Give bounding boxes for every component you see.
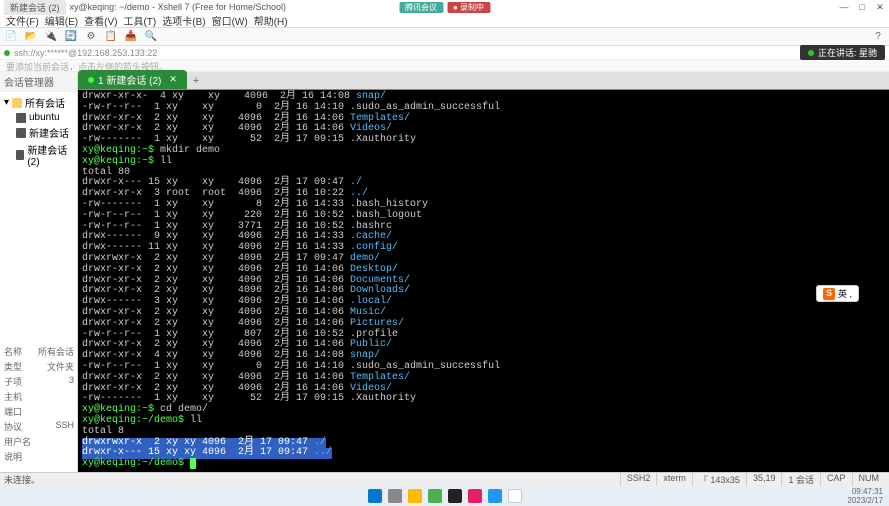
sogou-icon: S: [823, 288, 835, 300]
status-segment: 1 会话: [781, 473, 820, 486]
reconnect-icon[interactable]: 🔄: [64, 30, 78, 44]
connection-status: 未连接。: [4, 473, 40, 486]
menu-item[interactable]: 工具(T): [121, 13, 158, 28]
terminal-line: -rw-r--r-- 1 xy xy 0 2月 16 14:10 .sudo_a…: [82, 103, 885, 114]
new-tab-button[interactable]: +: [187, 73, 205, 89]
property-row: 协议SSH: [4, 419, 74, 434]
terminal-line: drwxr-x--- 15 xy xy 4096 2月 17 09:47 ../: [82, 448, 885, 459]
menu-item[interactable]: 编辑(E): [43, 13, 80, 28]
status-bar: 未连接。 SSH2xterm『 143x3535,191 会话 CAPNUM: [0, 472, 889, 486]
paste-icon[interactable]: 📥: [124, 30, 138, 44]
close-button[interactable]: ✕: [875, 2, 885, 13]
terminal-line: total 8: [82, 427, 885, 438]
property-row: 端口: [4, 404, 74, 419]
status-segment: xterm: [656, 473, 692, 486]
mic-icon: [808, 50, 814, 56]
property-row: 名称所有会话: [4, 344, 74, 359]
address-text[interactable]: ssh://xy:******@192.168.253.133:22: [14, 48, 157, 58]
maximize-button[interactable]: □: [857, 2, 867, 13]
explorer-icon[interactable]: [408, 489, 422, 503]
menubar: 文件(F)编辑(E)查看(V)工具(T)选项卡(B)窗口(W)帮助(H): [0, 14, 889, 28]
terminal-line: xy@keqing:~$ cd demo/: [82, 405, 885, 416]
find-icon[interactable]: 🔍: [144, 30, 158, 44]
session-icon: [16, 128, 26, 138]
terminal-line: xy@keqing:~$ ll: [82, 157, 885, 168]
terminal-line: xy@keqing:~/demo$ ll: [82, 416, 885, 427]
app-icon[interactable]: [428, 489, 442, 503]
open-icon[interactable]: 📂: [24, 30, 38, 44]
status-segment: 35,19: [746, 473, 782, 486]
terminal-output[interactable]: drwxr-xr-x- 4 xy xy 4096 2月 16 14:08 sna…: [78, 90, 889, 472]
start-icon[interactable]: [368, 489, 382, 503]
system-clock[interactable]: 09:47:312023/2/17: [847, 487, 883, 505]
voice-status: 正在讲话: 星驰: [800, 45, 885, 60]
new-session-icon[interactable]: 📄: [4, 30, 18, 44]
tree-session-item[interactable]: 新建会话 (2): [2, 141, 75, 169]
tree-root[interactable]: ▾所有会话: [2, 94, 75, 111]
terminal-line: xy@keqing:~/demo$: [82, 459, 885, 470]
menu-item[interactable]: 选项卡(B): [160, 13, 207, 28]
tree-session-item[interactable]: 新建会话: [2, 124, 75, 141]
copy-icon[interactable]: 📋: [104, 30, 118, 44]
status-segment: CAP: [820, 473, 852, 486]
app3-icon[interactable]: [488, 489, 502, 503]
windows-taskbar: 09:47:312023/2/17: [0, 486, 889, 506]
menu-item[interactable]: 窗口(W): [210, 13, 250, 28]
session-icon: [16, 150, 24, 160]
app4-icon[interactable]: [508, 489, 522, 503]
terminal-line: drwxr-xr-x 2 xy xy 4096 2月 16 14:06 Pict…: [82, 319, 885, 330]
tree-session-item[interactable]: ubuntu: [2, 111, 75, 124]
tab-status-icon: [88, 77, 94, 83]
tab-close-icon[interactable]: ✕: [169, 74, 177, 85]
help-icon[interactable]: ?: [871, 30, 885, 44]
minimize-button[interactable]: —: [839, 2, 849, 13]
status-segment: SSH2: [620, 473, 657, 486]
property-row: 类型文件夹: [4, 359, 74, 374]
disconnect-icon[interactable]: 🔌: [44, 30, 58, 44]
window-titlebar: 新建会话 (2) xy@keqing: ~/demo - Xshell 7 (F…: [0, 0, 889, 14]
search-icon[interactable]: [388, 489, 402, 503]
menu-item[interactable]: 文件(F): [4, 13, 41, 28]
property-row: 子项3: [4, 374, 74, 389]
menu-item[interactable]: 查看(V): [82, 13, 119, 28]
sidebar-title: 会话管理器: [0, 72, 77, 92]
status-segment: NUM: [852, 473, 886, 486]
window-title: xy@keqing: ~/demo - Xshell 7 (Free for H…: [70, 2, 286, 12]
menu-item[interactable]: 帮助(H): [252, 13, 290, 28]
ime-indicator[interactable]: S 英 ,: [816, 285, 859, 302]
terminal-icon[interactable]: [448, 489, 462, 503]
terminal-line: xy@keqing:~$ mkdir demo: [82, 146, 885, 157]
property-row: 用户名: [4, 434, 74, 449]
session-icon: [16, 113, 26, 123]
properties-icon[interactable]: ⚙: [84, 30, 98, 44]
terminal-line: drwxr-xr-x 2 xy xy 4096 2月 16 14:06 Temp…: [82, 373, 885, 384]
terminal-line: -rw-r--r-- 1 xy xy 220 2月 16 10:52 .bash…: [82, 211, 885, 222]
terminal-line: drwxr-xr-x 2 xy xy 4096 2月 16 14:06 Desk…: [82, 265, 885, 276]
app2-icon[interactable]: [468, 489, 482, 503]
terminal-tab-active[interactable]: 1 新建会话 (2) ✕: [78, 70, 187, 89]
status-segment: 『 143x35: [692, 473, 746, 486]
folder-icon: [12, 98, 22, 108]
meeting-indicator: 腾讯会议 ● 录制中: [399, 2, 490, 13]
session-manager-panel: 会话管理器 ▾所有会话ubuntu新建会话新建会话 (2) 名称所有会话类型文件…: [0, 72, 78, 472]
property-row: 说明: [4, 449, 74, 464]
terminal-tabstrip: 1 新建会话 (2) ✕ +: [78, 72, 889, 90]
address-bar: ssh://xy:******@192.168.253.133:22 正在讲话:…: [0, 46, 889, 60]
toolbar: 📄 📂 🔌 🔄 ⚙ 📋 📥 🔍 ?: [0, 28, 889, 46]
property-row: 主机: [4, 389, 74, 404]
connection-dot-icon: [4, 50, 10, 56]
